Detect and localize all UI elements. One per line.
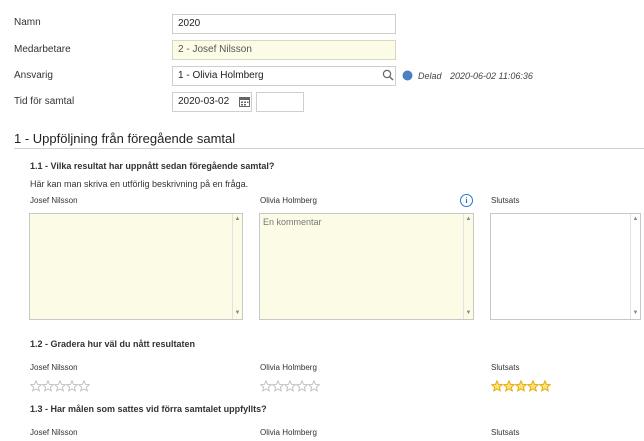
info-icon[interactable]: i [460,194,473,207]
star-icon[interactable] [515,380,527,392]
column-label-josef: Josef Nilsson [30,196,78,205]
column-label-slutsats: Slutsats [491,363,520,372]
question-title: 1.2 - Gradera hur väl du nått resultaten [30,339,196,349]
scroll-up-icon[interactable]: ▲ [631,215,640,224]
rating-josef[interactable] [30,380,90,392]
answer-textarea-olivia[interactable]: En kommentar ▲ ▼ [259,213,474,320]
ansvarig-field[interactable]: 1 - Olivia Holmberg [172,66,396,86]
column-label-slutsats: Slutsats [491,196,520,205]
column-label-josef: Josef Nilsson [30,363,78,372]
scrollbar[interactable]: ▲ ▼ [232,214,242,319]
scrollbar[interactable]: ▲ ▼ [463,214,473,319]
answer-textarea-slutsats[interactable]: ▲ ▼ [490,213,641,320]
date-value: 2020-03-02 [178,96,230,107]
column-label-slutsats: Slutsats [491,428,520,437]
status-dot-icon [402,70,413,81]
star-icon[interactable] [54,380,66,392]
namn-field[interactable]: 2020 [172,14,396,34]
tid-label: Tid för samtal [14,96,75,107]
star-icon[interactable] [284,380,296,392]
star-icon[interactable] [272,380,284,392]
question-title: 1.3 - Har målen som sattes vid förra sam… [30,404,267,414]
star-icon[interactable] [296,380,308,392]
star-icon[interactable] [260,380,272,392]
search-icon[interactable] [382,69,394,81]
calendar-icon[interactable] [239,96,250,107]
star-icon[interactable] [491,380,503,392]
question-description: Här kan man skriva en utförlig beskrivni… [30,179,249,189]
star-icon[interactable] [66,380,78,392]
scroll-up-icon[interactable]: ▲ [233,215,242,224]
time-field[interactable] [256,92,304,112]
column-label-josef: Josef Nilsson [30,428,78,437]
star-icon[interactable] [527,380,539,392]
question-title: 1.1 - Vilka resultat har uppnått sedan f… [30,161,275,171]
column-label-olivia: Olivia Holmberg [260,428,317,437]
star-icon[interactable] [30,380,42,392]
section-divider [14,148,644,149]
column-label-olivia: Olivia Holmberg [260,363,317,372]
status-timestamp: 2020-06-02 11:06:36 [450,71,533,81]
rating-olivia[interactable] [260,380,320,392]
ansvarig-label: Ansvarig [14,70,53,81]
scroll-down-icon[interactable]: ▼ [631,309,640,318]
star-icon[interactable] [539,380,551,392]
answer-text: En kommentar [263,217,322,227]
scroll-down-icon[interactable]: ▼ [233,309,242,318]
ansvarig-value: 1 - Olivia Holmberg [178,70,264,81]
status-text: Delad [418,71,442,81]
medarbetare-label: Medarbetare [14,44,71,55]
star-icon[interactable] [503,380,515,392]
section-title: 1 - Uppföljning från föregående samtal [14,131,236,146]
namn-label: Namn [14,17,41,28]
star-icon[interactable] [78,380,90,392]
star-icon[interactable] [308,380,320,392]
medarbetare-field: 2 - Josef Nilsson [172,40,396,60]
column-label-olivia: Olivia Holmberg [260,196,317,205]
answer-textarea-josef[interactable]: ▲ ▼ [29,213,243,320]
scroll-up-icon[interactable]: ▲ [464,215,473,224]
scroll-down-icon[interactable]: ▼ [464,309,473,318]
rating-slutsats[interactable] [491,380,551,392]
star-icon[interactable] [42,380,54,392]
scrollbar[interactable]: ▲ ▼ [630,214,640,319]
